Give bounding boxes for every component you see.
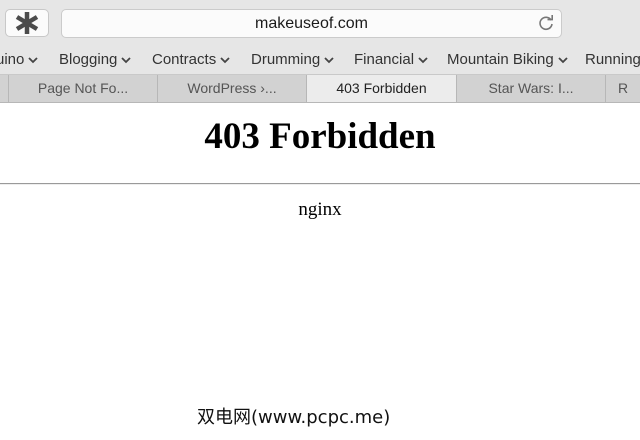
chevron-down-icon: [28, 57, 38, 64]
tab[interactable]: Page Not Fo...: [8, 75, 157, 102]
divider: [0, 183, 640, 185]
chevron-down-icon: [418, 57, 428, 64]
bookmark-folder[interactable]: uino: [0, 46, 38, 74]
bookmark-folder[interactable]: Mountain Biking: [447, 46, 568, 74]
page-content: 403 Forbidden nginx: [0, 103, 640, 440]
bookmark-folder[interactable]: Contracts: [152, 46, 230, 74]
bookmark-folder[interactable]: Drumming: [251, 46, 334, 74]
chevron-down-icon: [324, 57, 334, 64]
chevron-down-icon: [558, 57, 568, 64]
asterisk-icon: [15, 12, 39, 34]
server-name: nginx: [298, 199, 342, 220]
bookmark-folder[interactable]: Blogging: [59, 46, 132, 74]
watermark: 双电网(www.pcpc.me): [197, 407, 391, 428]
tab-active[interactable]: 403 Forbidden: [306, 75, 456, 102]
tab[interactable]: WordPress ›...: [157, 75, 306, 102]
tab[interactable]: Star Wars: I...: [456, 75, 605, 102]
address-bar[interactable]: makeuseof.com: [61, 9, 562, 38]
address-url: makeuseof.com: [255, 15, 368, 32]
browser-toolbar: makeuseof.com: [0, 0, 640, 46]
tab[interactable]: R: [605, 75, 640, 102]
bookmarks-bar: uino Blogging Contracts Drumming Financi…: [0, 46, 640, 75]
chevron-down-icon: [220, 57, 230, 64]
extension-button[interactable]: [5, 9, 49, 37]
reload-icon[interactable]: [537, 15, 555, 33]
chevron-down-icon: [121, 57, 132, 64]
bookmark-folder[interactable]: Financial: [354, 46, 428, 74]
bookmark-folder[interactable]: Running: [585, 46, 640, 74]
page-title: 403 Forbidden: [204, 116, 436, 157]
tab-bar: Page Not Fo... WordPress ›... 403 Forbid…: [0, 75, 640, 103]
